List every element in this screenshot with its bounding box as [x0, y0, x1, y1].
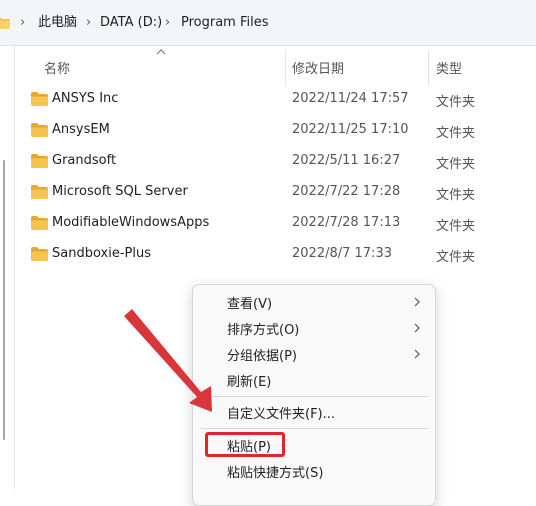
file-date: 2022/8/7 17:33 — [292, 246, 392, 261]
file-row[interactable]: ANSYS Inc 2022/11/24 17:57 文件夹 — [14, 85, 536, 116]
chevron-right-icon — [414, 297, 420, 307]
address-bar[interactable]: › 此电脑 › DATA (D:) › Program Files — [0, 0, 536, 46]
folder-icon — [31, 247, 48, 261]
file-name: AnsysEM — [52, 122, 110, 137]
file-date: 2022/11/25 17:10 — [292, 122, 409, 137]
folder-icon — [0, 17, 10, 29]
folder-icon — [31, 216, 48, 230]
folder-icon — [31, 185, 48, 199]
file-date: 2022/7/22 17:28 — [292, 184, 401, 199]
breadcrumb-separator: › — [20, 15, 26, 30]
file-row[interactable]: Grandsoft 2022/5/11 16:27 文件夹 — [14, 147, 536, 178]
breadcrumb-this-pc[interactable]: 此电脑 — [38, 14, 77, 32]
chevron-right-icon — [414, 323, 420, 333]
file-name: ANSYS Inc — [52, 91, 119, 106]
file-type: 文件夹 — [436, 188, 476, 203]
file-row[interactable]: Microsoft SQL Server 2022/7/22 17:28 文件夹 — [14, 178, 536, 209]
file-date: 2022/5/11 16:27 — [292, 153, 401, 168]
paste-highlight-box — [205, 432, 285, 457]
context-menu: 查看(V) 排序方式(O) 分组依据(P) 刷新(E) 自定义文件夹(F)...… — [192, 284, 436, 506]
menu-item-sort[interactable]: 排序方式(O) — [193, 315, 435, 341]
file-row[interactable]: Sandboxie-Plus 2022/8/7 17:33 文件夹 — [14, 240, 536, 271]
folder-icon — [31, 154, 48, 168]
menu-item-label: 排序方式(O) — [227, 323, 300, 338]
file-name: Microsoft SQL Server — [52, 184, 188, 199]
file-type: 文件夹 — [436, 126, 476, 141]
menu-item-view[interactable]: 查看(V) — [193, 289, 435, 315]
menu-item-label: 查看(V) — [227, 297, 273, 312]
menu-item-customize-folder[interactable]: 自定义文件夹(F)... — [193, 399, 435, 425]
file-date: 2022/7/28 17:13 — [292, 215, 401, 230]
file-row[interactable]: AnsysEM 2022/11/25 17:10 文件夹 — [14, 116, 536, 147]
menu-item-paste-shortcut[interactable]: 粘贴快捷方式(S) — [193, 458, 435, 484]
file-type: 文件夹 — [436, 95, 476, 110]
file-row[interactable]: ModifiableWindowsApps 2022/7/28 17:13 文件… — [14, 209, 536, 240]
menu-item-label: 粘贴快捷方式(S) — [227, 466, 324, 481]
breadcrumb-separator: › — [86, 15, 92, 30]
breadcrumb-separator: › — [165, 15, 171, 30]
column-header-type[interactable]: 类型 — [436, 58, 462, 77]
column-divider[interactable] — [428, 50, 429, 86]
menu-separator — [201, 396, 427, 397]
column-header-name[interactable]: 名称 — [44, 58, 70, 77]
menu-separator — [201, 428, 427, 429]
column-divider[interactable] — [285, 50, 286, 86]
breadcrumb-data-drive[interactable]: DATA (D:) — [100, 14, 162, 32]
menu-item-label: 刷新(E) — [227, 375, 272, 390]
column-header-date[interactable]: 修改日期 — [292, 58, 344, 77]
file-date: 2022/11/24 17:57 — [292, 91, 409, 106]
menu-item-group[interactable]: 分组依据(P) — [193, 341, 435, 367]
file-name: ModifiableWindowsApps — [52, 215, 210, 230]
chevron-right-icon — [414, 349, 420, 359]
menu-item-label: 自定义文件夹(F)... — [227, 407, 336, 422]
menu-item-refresh[interactable]: 刷新(E) — [193, 367, 435, 393]
navigation-scrollbar[interactable] — [3, 160, 5, 440]
breadcrumb-program-files[interactable]: Program Files — [181, 14, 269, 32]
file-type: 文件夹 — [436, 157, 476, 172]
folder-icon — [31, 92, 48, 106]
file-name: Sandboxie-Plus — [52, 246, 151, 261]
file-type: 文件夹 — [436, 250, 476, 265]
folder-icon — [31, 123, 48, 137]
file-type: 文件夹 — [436, 219, 476, 234]
menu-item-label: 分组依据(P) — [227, 349, 297, 364]
file-name: Grandsoft — [52, 153, 117, 168]
sort-ascending-icon — [156, 49, 166, 55]
